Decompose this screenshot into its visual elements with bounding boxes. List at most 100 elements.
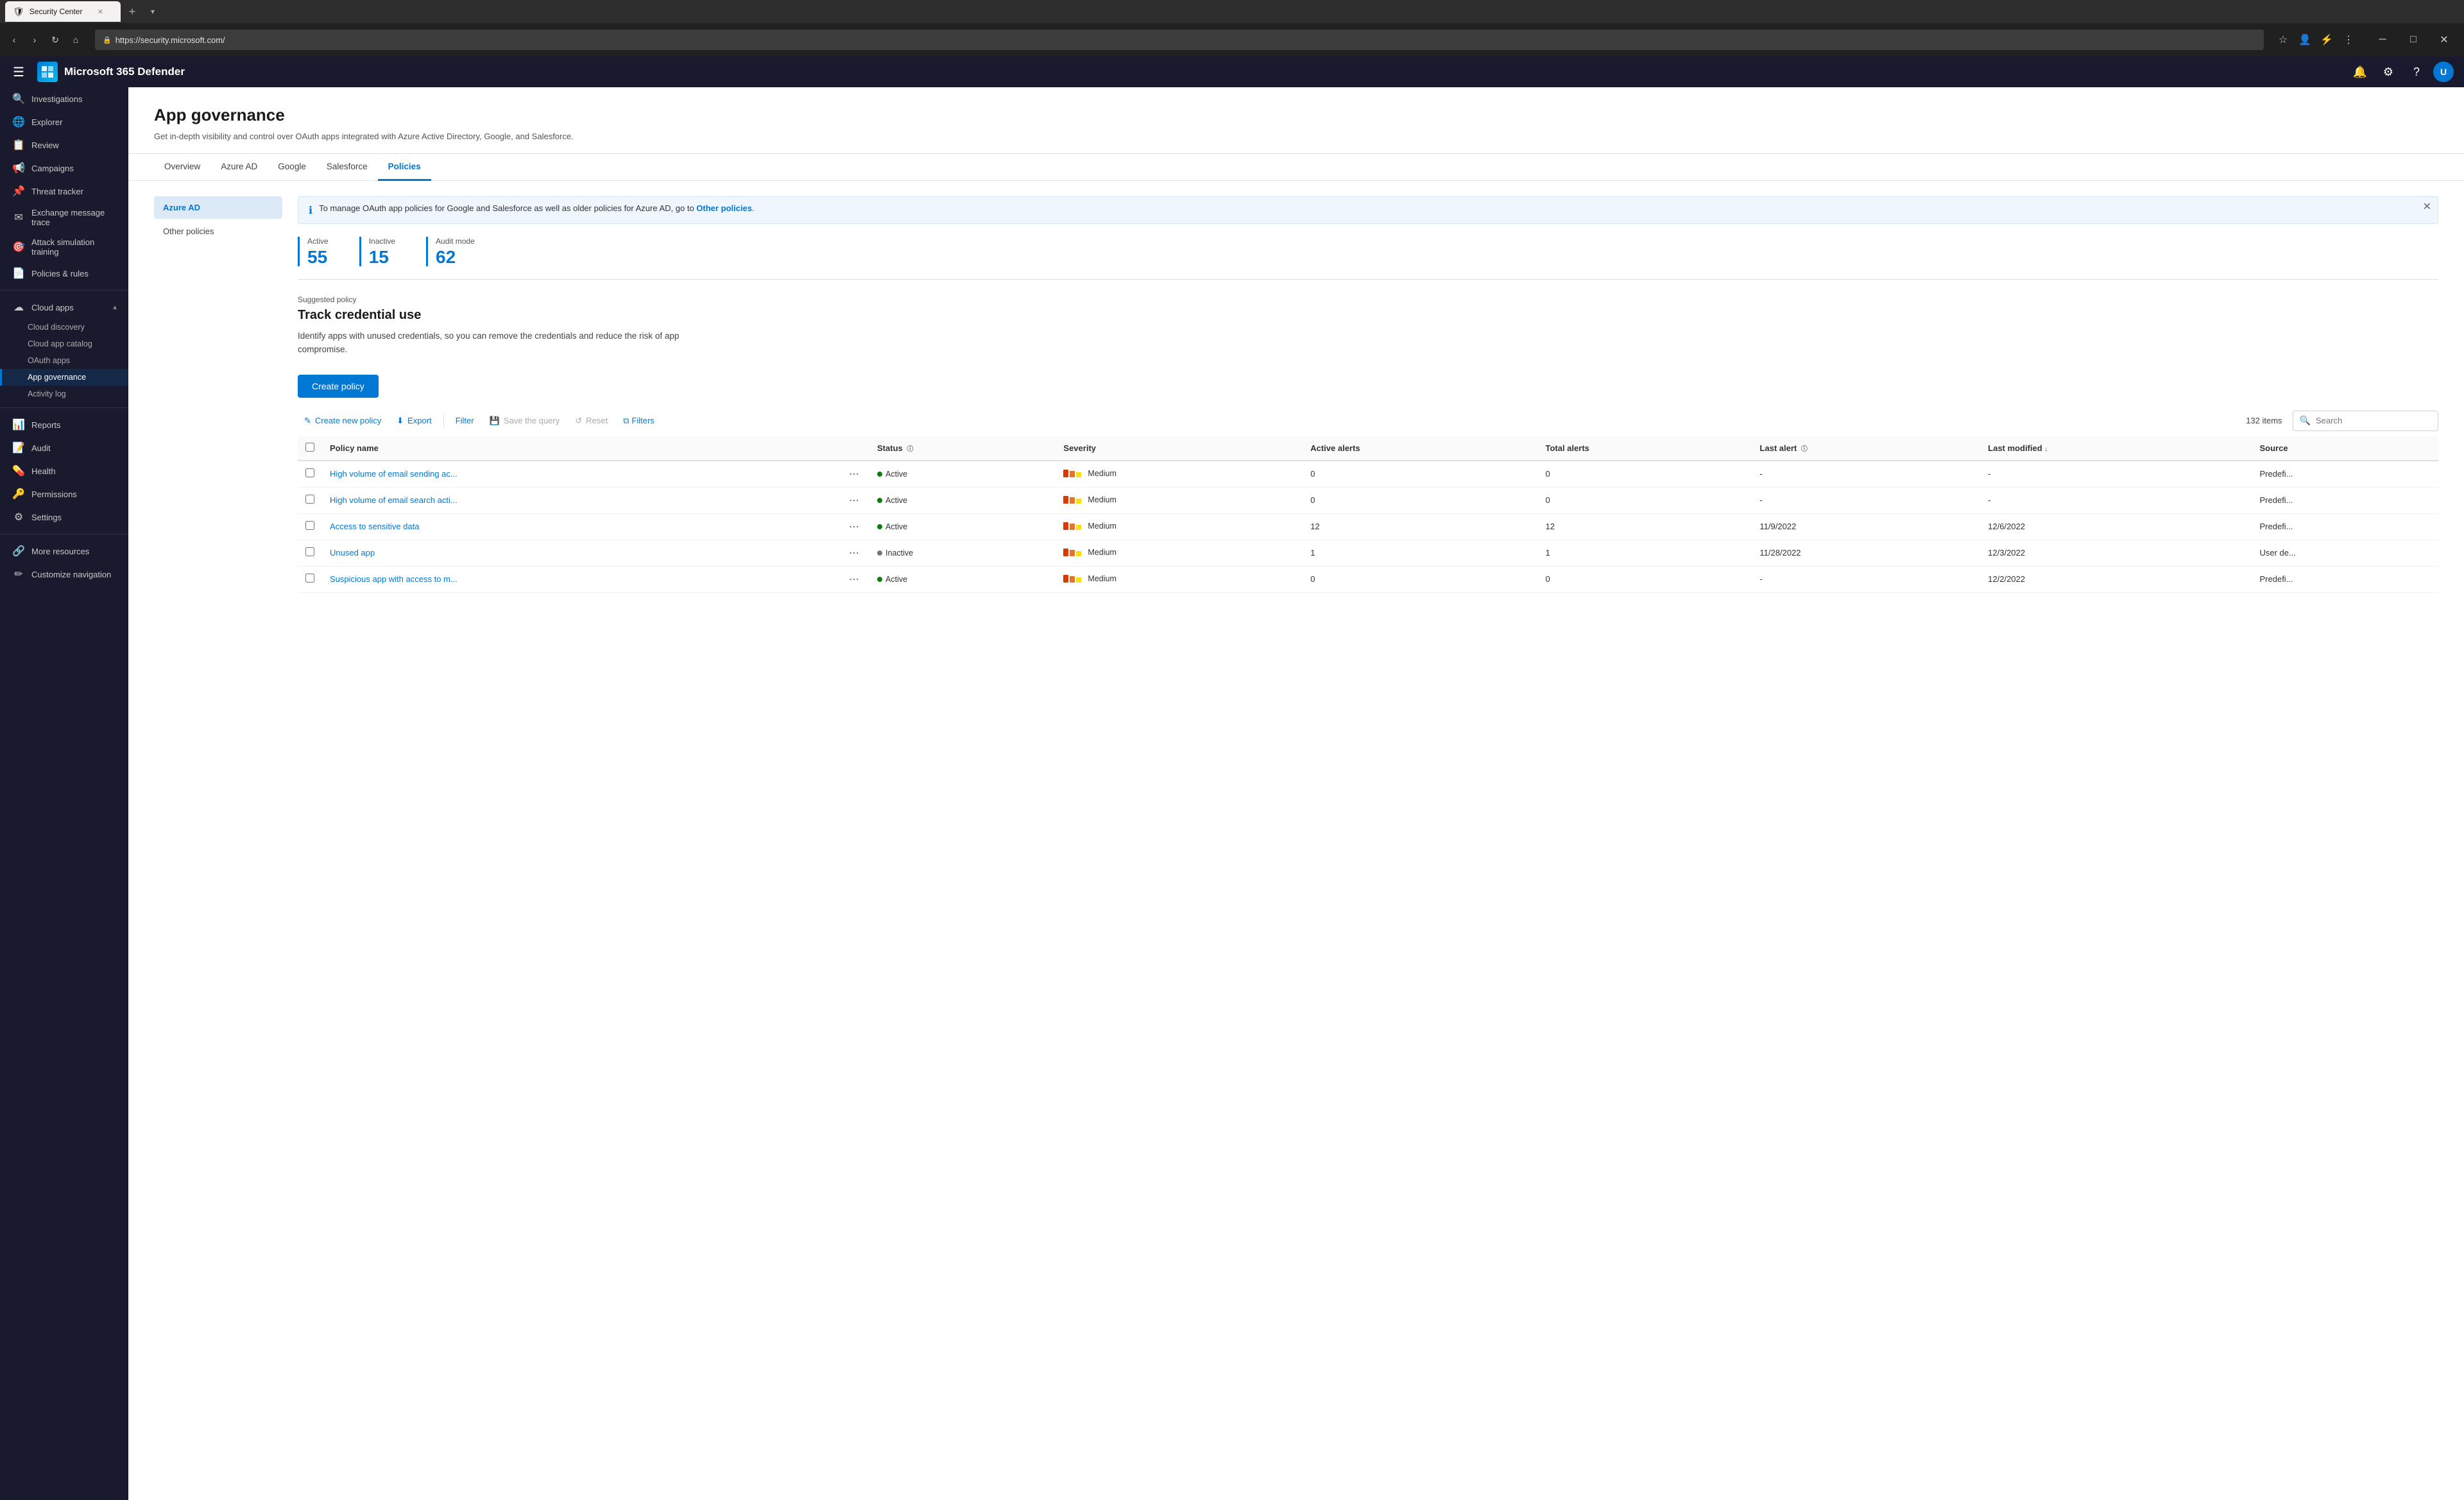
sidebar-item-health[interactable]: 💊 Health	[0, 459, 128, 482]
severity-bar-low-1	[1076, 499, 1081, 504]
content-body: Azure AD Other policies ℹ To manage OAut…	[128, 181, 2464, 1500]
row-checkbox-2[interactable]	[305, 521, 314, 530]
health-icon: 💊	[12, 464, 25, 477]
header-last-modified[interactable]: Last modified ↓	[1980, 436, 2252, 461]
sidebar-item-audit[interactable]: 📝 Audit	[0, 436, 128, 459]
sidebar-subitem-app-governance[interactable]: App governance	[0, 369, 128, 386]
hamburger-btn[interactable]: ☰	[10, 62, 27, 83]
tab-azure-ad[interactable]: Azure AD	[210, 154, 268, 181]
sidebar-item-policies[interactable]: 📄 Policies & rules	[0, 262, 128, 285]
forward-btn[interactable]: ›	[26, 31, 44, 49]
row-menu-2[interactable]: ⋯	[839, 513, 869, 540]
row-policy-name-1[interactable]: High volume of email search acti...	[322, 487, 839, 513]
tab-policies[interactable]: Policies	[378, 154, 431, 181]
home-btn[interactable]: ⌂	[67, 31, 85, 49]
bookmark-btn[interactable]: ☆	[2274, 31, 2292, 49]
row-last-modified-1: -	[1980, 487, 2252, 513]
row-policy-name-3[interactable]: Unused app	[322, 540, 839, 566]
reset-btn[interactable]: ↺ Reset	[569, 412, 614, 430]
active-tab[interactable]: 🛡 Security Center ✕	[5, 1, 121, 22]
status-badge-2: Active	[877, 522, 907, 531]
sidebar-item-customize-nav[interactable]: ✏ Customize navigation	[0, 563, 128, 586]
search-box[interactable]: 🔍	[2293, 411, 2438, 431]
address-bar[interactable]: 🔒 https://security.microsoft.com/	[95, 30, 2264, 50]
row-checkbox-1[interactable]	[305, 495, 314, 504]
sidebar-item-reports[interactable]: 📊 Reports	[0, 413, 128, 436]
new-tab-btn[interactable]: +	[123, 3, 141, 21]
notifications-btn[interactable]: 🔔	[2348, 60, 2372, 83]
row-context-menu-4[interactable]: ⋯	[846, 573, 862, 586]
sidebar-item-attack-sim[interactable]: 🎯 Attack simulation training	[0, 232, 128, 262]
header-status: Status ⓘ	[869, 436, 1056, 461]
create-policy-btn[interactable]: Create policy	[298, 375, 379, 398]
row-policy-name-0[interactable]: High volume of email sending ac...	[322, 461, 839, 488]
stats-row: Active 55 Inactive 15 Audit mode 62	[298, 237, 2438, 280]
sidebar-item-review[interactable]: 📋 Review	[0, 133, 128, 157]
row-menu-0[interactable]: ⋯	[839, 461, 869, 488]
row-policy-name-4[interactable]: Suspicious app with access to m...	[322, 566, 839, 592]
tab-overview[interactable]: Overview	[154, 154, 210, 181]
filters-btn[interactable]: ⧉ Filters	[617, 412, 661, 430]
profile-btn[interactable]: 👤	[2296, 31, 2314, 49]
status-label-2: Active	[886, 522, 907, 531]
row-checkbox-4[interactable]	[305, 574, 314, 583]
sidebar-item-permissions[interactable]: 🔑 Permissions	[0, 482, 128, 506]
reset-icon: ↺	[575, 416, 582, 426]
settings-btn[interactable]: ⚙	[2377, 60, 2400, 83]
row-checkbox-cell	[298, 487, 322, 513]
refresh-btn[interactable]: ↻	[46, 31, 64, 49]
minimize-window-btn[interactable]: ─	[2368, 30, 2397, 50]
sidebar-item-exchange-msg[interactable]: ✉ Exchange message trace	[0, 203, 128, 232]
extensions-btn[interactable]: ⚡	[2318, 31, 2336, 49]
severity-bar-medium-0	[1070, 471, 1075, 477]
help-btn[interactable]: ?	[2405, 60, 2428, 83]
status-dot-1	[877, 498, 882, 503]
info-banner-close-btn[interactable]: ✕	[2423, 202, 2431, 212]
row-context-menu-2[interactable]: ⋯	[846, 520, 862, 534]
tab-google[interactable]: Google	[268, 154, 316, 181]
other-policies-link[interactable]: Other policies	[696, 203, 752, 213]
tab-close-btn[interactable]: ✕	[91, 3, 109, 21]
search-input[interactable]	[2316, 416, 2431, 425]
back-btn[interactable]: ‹	[5, 31, 23, 49]
sidebar-subitem-oauth-apps[interactable]: OAuth apps	[0, 352, 128, 369]
row-policy-name-2[interactable]: Access to sensitive data	[322, 513, 839, 540]
row-context-menu-1[interactable]: ⋯	[846, 494, 862, 507]
sidebar-subitem-activity-log[interactable]: Activity log	[0, 386, 128, 402]
sidebar-item-threat-tracker[interactable]: 📌 Threat tracker	[0, 180, 128, 203]
sidebar-item-campaigns[interactable]: 📢 Campaigns	[0, 157, 128, 180]
sidebar-subitem-cloud-discovery[interactable]: Cloud discovery	[0, 319, 128, 336]
select-all-checkbox[interactable]	[305, 443, 314, 452]
left-panel-other-policies[interactable]: Other policies	[154, 220, 282, 243]
tab-dropdown-btn[interactable]: ▾	[144, 3, 162, 21]
export-btn[interactable]: ⬇ Export	[390, 412, 438, 430]
sidebar-item-more-resources[interactable]: 🔗 More resources	[0, 540, 128, 563]
sidebar-subitem-cloud-app-catalog[interactable]: Cloud app catalog	[0, 336, 128, 352]
sidebar-item-settings[interactable]: ⚙ Settings	[0, 506, 128, 529]
row-context-menu-3[interactable]: ⋯	[846, 547, 862, 560]
sidebar-item-investigations[interactable]: 🔍 Investigations	[0, 87, 128, 110]
row-menu-1[interactable]: ⋯	[839, 487, 869, 513]
tab-salesforce[interactable]: Salesforce	[316, 154, 378, 181]
sidebar-label-policies: Policies & rules	[31, 269, 118, 278]
sidebar-label-audit: Audit	[31, 443, 118, 453]
sidebar-item-cloud-apps[interactable]: ☁ Cloud apps ▲	[0, 296, 128, 319]
close-window-btn[interactable]: ✕	[2429, 30, 2459, 50]
sidebar-item-explorer[interactable]: 🌐 Explorer	[0, 110, 128, 133]
row-menu-3[interactable]: ⋯	[839, 540, 869, 566]
filter-text-label: Filter	[456, 416, 474, 425]
row-menu-4[interactable]: ⋯	[839, 566, 869, 592]
user-avatar[interactable]: U	[2433, 62, 2454, 82]
filter-label-btn[interactable]: Filter	[449, 412, 481, 429]
maximize-window-btn[interactable]: □	[2399, 30, 2428, 50]
row-checkbox-3[interactable]	[305, 547, 314, 556]
filters-icon: ⧉	[623, 416, 629, 426]
row-context-menu-0[interactable]: ⋯	[846, 468, 862, 481]
top-nav: ☰ Microsoft 365 Defender 🔔 ⚙ ? U	[0, 56, 2464, 87]
save-query-btn[interactable]: 💾 Save the query	[483, 412, 567, 430]
browser-menu-btn[interactable]: ⋮	[2340, 31, 2357, 49]
left-panel-azure-ad[interactable]: Azure AD	[154, 196, 282, 219]
create-new-policy-btn[interactable]: ✎ Create new policy	[298, 412, 388, 430]
row-checkbox-0[interactable]	[305, 468, 314, 477]
create-new-icon: ✎	[304, 416, 311, 426]
